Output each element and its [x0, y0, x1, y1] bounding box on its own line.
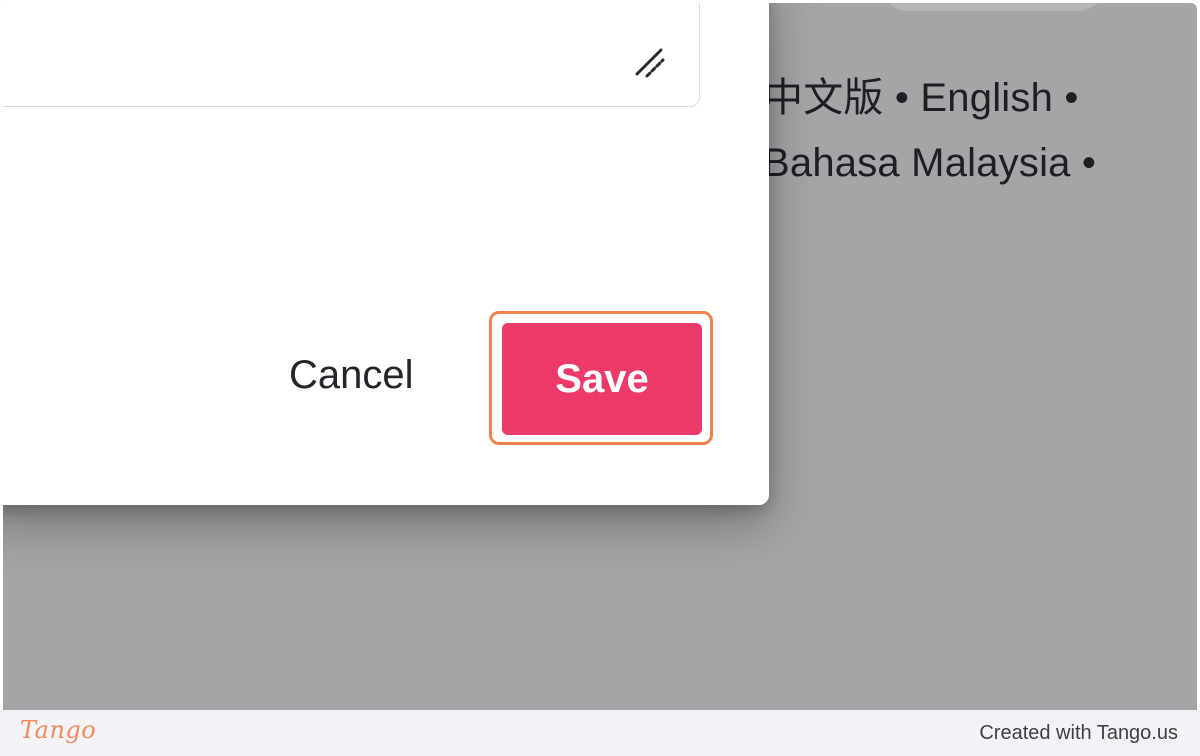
cancel-button[interactable]: Cancel [289, 353, 414, 398]
background-search-bar [883, 3, 1103, 11]
resize-handle-icon[interactable] [631, 44, 669, 82]
tango-credit[interactable]: Created with Tango.us [979, 722, 1178, 745]
language-links-line-1[interactable]: 中文版 • English • [763, 65, 1079, 123]
save-button[interactable]: Save [502, 323, 702, 435]
tango-logo[interactable]: Tango [20, 716, 96, 744]
tango-footer: Tango Created with Tango.us [0, 710, 1200, 756]
dialog-textarea[interactable] [3, 3, 700, 107]
screenshot-viewport: 中文版 • English • Bahasa Malaysia • Cancel… [3, 3, 1197, 710]
tango-step-frame: 中文版 • English • Bahasa Malaysia • Cancel… [0, 0, 1200, 710]
language-links-line-2[interactable]: Bahasa Malaysia • [763, 141, 1096, 186]
